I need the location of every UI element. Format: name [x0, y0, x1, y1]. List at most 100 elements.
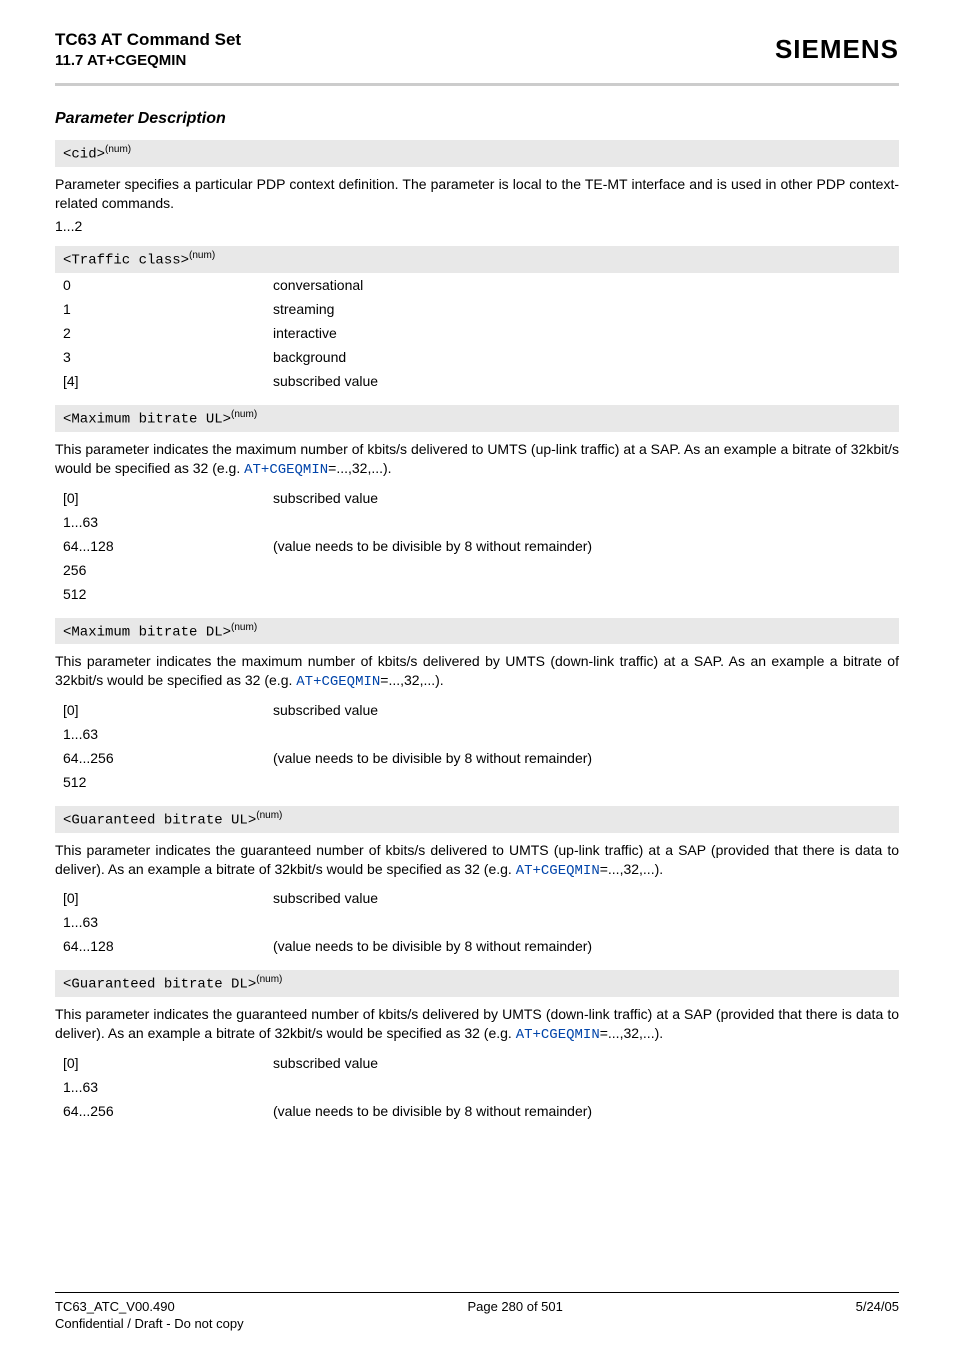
value-key: 512	[55, 582, 273, 606]
doc-subtitle: 11.7 AT+CGEQMIN	[55, 52, 241, 69]
param-name: <Maximum bitrate UL>	[63, 412, 231, 428]
value-desc: (value needs to be divisible by 8 withou…	[273, 934, 899, 958]
param-name: <Traffic class>	[63, 253, 189, 269]
param-desc-gua-ul: This parameter indicates the guaranteed …	[55, 841, 899, 881]
table-row: 1...63	[55, 722, 899, 746]
table-row: 256	[55, 558, 899, 582]
param-header-max-ul: <Maximum bitrate UL>(num)	[55, 405, 899, 432]
table-row: 2interactive	[55, 321, 899, 345]
page-footer: TC63_ATC_V00.490 Page 280 of 501 5/24/05…	[55, 1292, 899, 1331]
value-key: [0]	[55, 698, 273, 722]
footer-page: Page 280 of 501	[467, 1299, 562, 1314]
footer-divider	[55, 1292, 899, 1293]
desc-text: =...,32,...).	[600, 1025, 663, 1041]
header-divider	[55, 83, 899, 86]
value-key: [0]	[55, 1051, 273, 1075]
table-row: [4]subscribed value	[55, 369, 899, 393]
value-desc	[273, 1075, 899, 1099]
value-key: 0	[55, 273, 273, 297]
param-header-max-dl: <Maximum bitrate DL>(num)	[55, 618, 899, 645]
value-desc: (value needs to be divisible by 8 withou…	[273, 1099, 899, 1123]
param-desc-cid: Parameter specifies a particular PDP con…	[55, 175, 899, 213]
value-desc: interactive	[273, 321, 899, 345]
table-row: 64...128(value needs to be divisible by …	[55, 934, 899, 958]
table-row: 1streaming	[55, 297, 899, 321]
param-desc-max-dl: This parameter indicates the maximum num…	[55, 652, 899, 692]
param-header-gua-dl: <Guaranteed bitrate DL>(num)	[55, 970, 899, 997]
value-desc	[273, 558, 899, 582]
param-sup: (num)	[231, 622, 257, 633]
param-name: <Guaranteed bitrate DL>	[63, 977, 256, 993]
value-table-gua-dl: [0]subscribed value 1...63 64...256(valu…	[55, 1051, 899, 1123]
param-name: <Guaranteed bitrate UL>	[63, 813, 256, 829]
footer-version: TC63_ATC_V00.490	[55, 1299, 175, 1314]
desc-text: This parameter indicates the guaranteed …	[55, 842, 899, 877]
desc-text: This parameter indicates the guaranteed …	[55, 1006, 899, 1041]
table-row: 64...128(value needs to be divisible by …	[55, 534, 899, 558]
value-key: 256	[55, 558, 273, 582]
table-row: 1...63	[55, 510, 899, 534]
brand-logo: SIEMENS	[775, 30, 899, 65]
value-desc: subscribed value	[273, 486, 899, 510]
value-desc	[273, 582, 899, 606]
value-key: [0]	[55, 486, 273, 510]
value-desc: background	[273, 345, 899, 369]
value-desc: (value needs to be divisible by 8 withou…	[273, 534, 899, 558]
table-row: 64...256(value needs to be divisible by …	[55, 1099, 899, 1123]
value-key: 512	[55, 770, 273, 794]
param-sup: (num)	[256, 974, 282, 985]
at-command-link[interactable]: AT+CGEQMIN	[516, 1027, 600, 1043]
table-row: [0]subscribed value	[55, 886, 899, 910]
table-row: 1...63	[55, 1075, 899, 1099]
value-desc	[273, 910, 899, 934]
param-name: <Maximum bitrate DL>	[63, 624, 231, 640]
value-key: 1...63	[55, 510, 273, 534]
value-key: 3	[55, 345, 273, 369]
at-command-link[interactable]: AT+CGEQMIN	[244, 462, 328, 478]
value-table-traffic-class: 0conversational 1streaming 2interactive …	[55, 273, 899, 393]
value-table-max-dl: [0]subscribed value 1...63 64...256(valu…	[55, 698, 899, 794]
value-key: 64...256	[55, 1099, 273, 1123]
param-sup: (num)	[231, 409, 257, 420]
table-row: [0]subscribed value	[55, 486, 899, 510]
value-table-max-ul: [0]subscribed value 1...63 64...128(valu…	[55, 486, 899, 606]
value-key: [4]	[55, 369, 273, 393]
at-command-link[interactable]: AT+CGEQMIN	[296, 674, 380, 690]
value-desc: streaming	[273, 297, 899, 321]
at-command-link[interactable]: AT+CGEQMIN	[516, 863, 600, 879]
table-row: [0]subscribed value	[55, 698, 899, 722]
value-key: [0]	[55, 886, 273, 910]
table-row: 512	[55, 582, 899, 606]
value-desc: subscribed value	[273, 369, 899, 393]
value-desc	[273, 770, 899, 794]
desc-text: =...,32,...).	[328, 460, 391, 476]
param-sup: (num)	[189, 250, 215, 261]
section-title: Parameter Description	[55, 110, 899, 128]
footer-date: 5/24/05	[856, 1299, 899, 1314]
param-header-gua-ul: <Guaranteed bitrate UL>(num)	[55, 806, 899, 833]
value-desc: conversational	[273, 273, 899, 297]
value-key: 1...63	[55, 722, 273, 746]
footer-confidential: Confidential / Draft - Do not copy	[55, 1316, 899, 1331]
doc-title: TC63 AT Command Set	[55, 30, 241, 50]
param-sup: (num)	[256, 810, 282, 821]
param-desc-gua-dl: This parameter indicates the guaranteed …	[55, 1005, 899, 1045]
value-key: 1...63	[55, 910, 273, 934]
table-row: 1...63	[55, 910, 899, 934]
param-name: <cid>	[63, 147, 105, 163]
desc-text: =...,32,...).	[600, 861, 663, 877]
value-desc: subscribed value	[273, 886, 899, 910]
value-key: 64...256	[55, 746, 273, 770]
value-desc: subscribed value	[273, 698, 899, 722]
desc-text: =...,32,...).	[380, 672, 443, 688]
value-key: 64...128	[55, 934, 273, 958]
table-row: 64...256(value needs to be divisible by …	[55, 746, 899, 770]
param-sup: (num)	[105, 144, 131, 155]
value-key: 1...63	[55, 1075, 273, 1099]
param-range-cid: 1...2	[55, 218, 899, 234]
value-desc	[273, 510, 899, 534]
desc-text: This parameter indicates the maximum num…	[55, 653, 899, 688]
value-desc: subscribed value	[273, 1051, 899, 1075]
param-header-cid: <cid>(num)	[55, 140, 899, 167]
table-row: 512	[55, 770, 899, 794]
